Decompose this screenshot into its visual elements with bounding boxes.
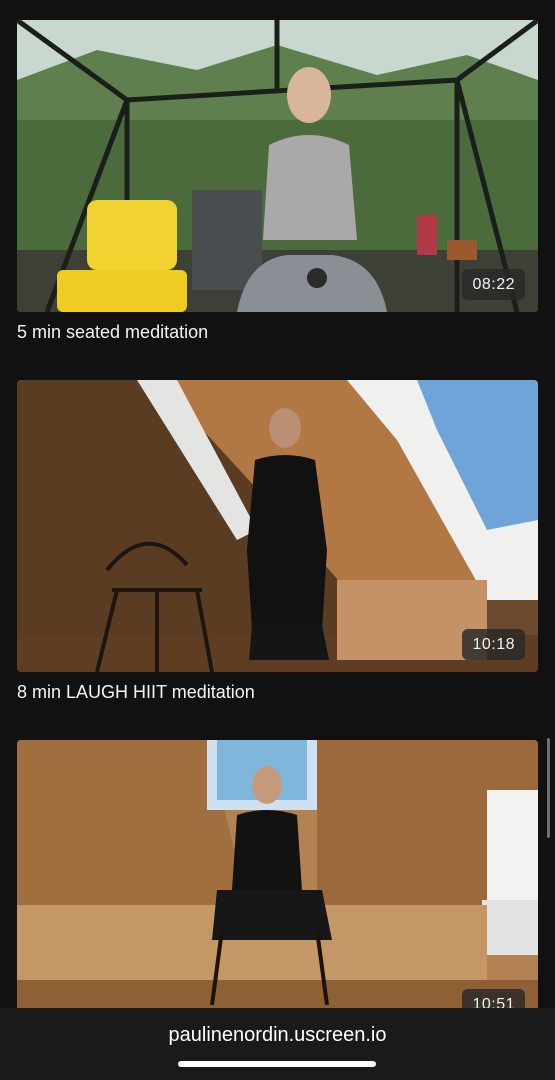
video-title[interactable]: 5 min seated meditation <box>17 321 538 343</box>
attic-seated-meditation-image <box>17 740 538 1032</box>
url-label[interactable]: paulinenordin.uscreen.io <box>0 1023 555 1047</box>
scrollbar[interactable] <box>547 738 550 838</box>
video-card[interactable]: 10:51 <box>17 740 538 1032</box>
video-list-screen: 08:22 5 min seated meditation 10:18 8 mi… <box>0 0 555 1080</box>
video-thumbnail[interactable]: 10:51 <box>17 740 538 1032</box>
duration-badge: 10:18 <box>462 629 525 660</box>
home-indicator[interactable] <box>178 1061 376 1067</box>
video-thumbnail[interactable]: 08:22 <box>17 20 538 312</box>
video-card[interactable]: 10:18 8 min LAUGH HIIT meditation <box>17 380 538 703</box>
duration-badge: 08:22 <box>462 269 525 300</box>
greenhouse-meditation-image <box>17 20 538 312</box>
attic-laugh-meditation-image <box>17 380 538 672</box>
browser-bottom-bar: paulinenordin.uscreen.io <box>0 1008 555 1080</box>
video-thumbnail[interactable]: 10:18 <box>17 380 538 672</box>
video-card[interactable]: 08:22 5 min seated meditation <box>17 20 538 343</box>
video-title[interactable]: 8 min LAUGH HIIT meditation <box>17 681 538 703</box>
